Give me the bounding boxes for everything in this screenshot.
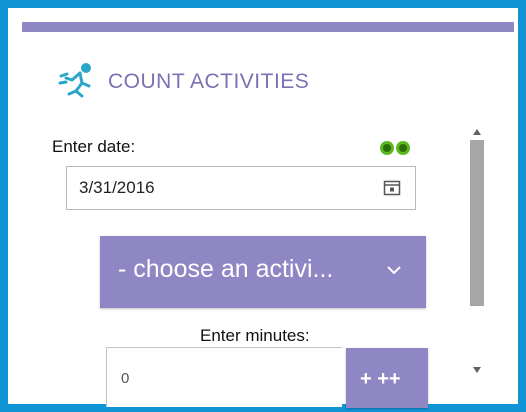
- top-accent-bar: [22, 22, 514, 32]
- running-person-icon: [58, 63, 91, 98]
- chevron-down-icon: [387, 266, 401, 275]
- scroll-thumb[interactable]: [470, 140, 484, 306]
- date-value: 3/31/2016: [79, 178, 155, 197]
- status-dot-left: [380, 141, 394, 155]
- date-label: Enter date:: [52, 137, 136, 156]
- activity-select[interactable]: - choose an activi...: [100, 236, 426, 308]
- add-activity-button[interactable]: + ++: [346, 348, 428, 408]
- add-button-label: + ++: [360, 368, 401, 390]
- calendar-icon[interactable]: [383, 179, 401, 197]
- scroll-down-arrow-icon[interactable]: [472, 366, 482, 374]
- date-input[interactable]: 3/31/2016: [66, 166, 416, 210]
- minutes-label: Enter minutes:: [200, 326, 310, 345]
- page-title: COUNT ACTIVITIES: [108, 70, 310, 93]
- minutes-input[interactable]: 0: [106, 347, 342, 407]
- scroll-up-arrow-icon[interactable]: [472, 128, 482, 136]
- activity-select-value: - choose an activi...: [118, 255, 334, 283]
- status-dot-right: [396, 141, 410, 155]
- binoculars-icon: [380, 141, 410, 155]
- minutes-value: 0: [121, 370, 130, 387]
- vertical-scrollbar[interactable]: [466, 126, 488, 380]
